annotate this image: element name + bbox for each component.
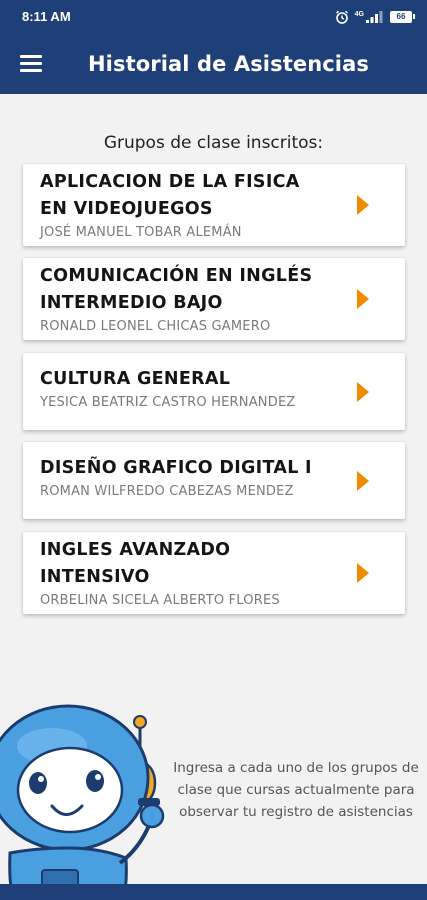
battery-icon: 66 (390, 10, 415, 23)
alarm-icon (335, 10, 348, 24)
hint-text: Ingresa a cada uno de los grupos de clas… (173, 760, 419, 820)
group-teacher: ROMAN WILFREDO CABEZAS MENDEZ (40, 484, 294, 499)
chevron-right-icon (357, 470, 369, 491)
status-time: 8:11 AM (22, 9, 71, 24)
group-card[interactable]: CULTURA GENERAL YESICA BEATRIZ CASTRO HE… (23, 353, 405, 430)
network-type: 4G (354, 10, 364, 18)
group-name: CULTURA GENERAL (40, 369, 231, 389)
group-name-line2: INTERMEDIO BAJO (40, 293, 223, 313)
group-name-line2: EN VIDEOJUEGOS (40, 199, 213, 219)
group-name-line1: APLICACION DE LA FISICA (40, 172, 300, 192)
group-teacher: ORBELINA SICELA ALBERTO FLORES (40, 593, 280, 608)
group-teacher: RONALD LEONEL CHICAS GAMERO (40, 319, 271, 334)
group-card[interactable]: INGLES AVANZADO INTENSIVO ORBELINA SICEL… (23, 532, 405, 614)
section-title: Grupos de clase inscritos: (103, 133, 324, 153)
battery-level: 66 (390, 10, 412, 23)
bottom-bar (0, 884, 427, 900)
chevron-right-icon (357, 289, 369, 309)
group-teacher: JOSÉ MANUEL TOBAR ALEMÁN (40, 225, 242, 240)
hamburger-icon (20, 55, 42, 72)
chevron-right-icon (357, 381, 369, 402)
status-bar: 8:11 AM 4G 66 (0, 0, 427, 33)
page-title: Historial de Asistencias (88, 51, 369, 76)
group-name-line1: COMUNICACIÓN EN INGLÉS (40, 266, 313, 286)
menu-button[interactable] (0, 33, 62, 94)
group-name: DISEÑO GRAFICO DIGITAL I (40, 458, 312, 478)
status-icons: 4G 66 (335, 10, 415, 24)
app-bar: Historial de Asistencias (0, 33, 427, 94)
chevron-right-icon (357, 195, 369, 215)
group-name-line2: INTENSIVO (40, 567, 150, 587)
group-card[interactable]: COMUNICACIÓN EN INGLÉS INTERMEDIO BAJO R… (23, 258, 405, 340)
group-teacher: YESICA BEATRIZ CASTRO HERNANDEZ (40, 395, 296, 410)
signal-icon: 4G (354, 10, 384, 23)
chevron-right-icon (357, 563, 369, 583)
robot-mascot-illustration (0, 704, 165, 900)
group-name-line1: INGLES AVANZADO (40, 540, 231, 560)
group-card[interactable]: DISEÑO GRAFICO DIGITAL I ROMAN WILFREDO … (23, 442, 405, 519)
group-card[interactable]: APLICACION DE LA FISICA EN VIDEOJUEGOS J… (23, 164, 405, 246)
